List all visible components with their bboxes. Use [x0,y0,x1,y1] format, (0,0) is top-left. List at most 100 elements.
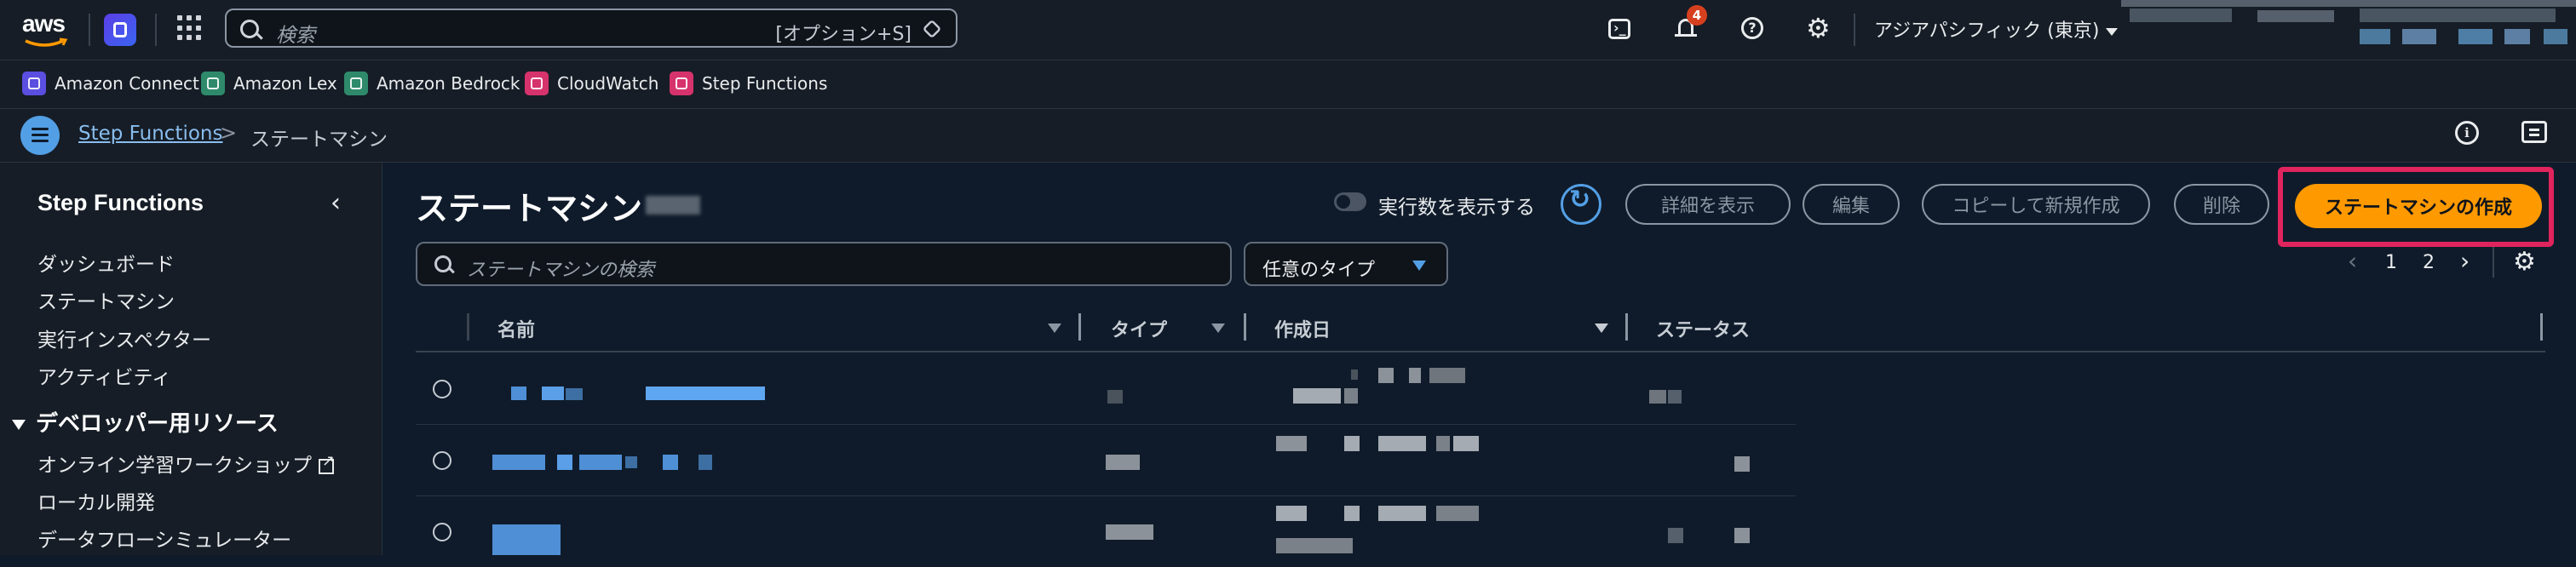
side-nav-menu-button[interactable] [20,116,60,155]
caret-down-icon [1412,261,1426,271]
table-row[interactable] [416,352,1796,425]
favorite-label: CloudWatch [557,73,659,94]
create-state-machine-button[interactable]: ステートマシンの作成 [2295,184,2542,228]
amazon-bedrock-icon [344,72,368,95]
cloudwatch-icon [525,72,549,95]
table-preferences-gear-icon[interactable]: ⚙ [2513,247,2536,277]
sort-caret-icon[interactable] [1211,324,1225,333]
favorite-label: Amazon Bedrock [377,73,520,94]
table-row[interactable] [416,424,1796,496]
show-executions-toggle[interactable] [1334,192,1366,211]
aws-logo-text: aws [22,10,66,37]
page-title: ステートマシン [416,192,643,227]
shortcut-key-icon [922,19,942,39]
favorites-bar: Amazon Connect Amazon Lex Amazon Bedrock… [0,60,2576,109]
aws-logo[interactable]: aws [22,10,70,48]
state-machine-search-input[interactable]: ステートマシンの検索 [416,242,1232,286]
favorite-label: Amazon Connect [55,73,199,94]
notification-badge: 4 [1687,5,1707,26]
section-title: デベロッパー用リソース [36,410,279,436]
feedback-panel-icon[interactable] [2521,121,2547,143]
column-divider[interactable] [1078,313,1081,341]
column-divider [467,313,469,341]
sidebar-item-execution-inspector[interactable]: 実行インスペクター [37,324,211,352]
amazon-connect-icon [22,72,46,95]
type-filter-value: 任意のタイプ [1262,260,1376,281]
column-header-type[interactable]: タイプ [1111,315,1167,342]
external-link-icon [319,452,335,474]
settings-gear-icon[interactable] [1804,12,1835,44]
view-details-button[interactable]: 詳細を表示 [1625,184,1791,225]
refresh-button[interactable] [1561,184,1601,225]
sidebar-section-developer-resources[interactable]: デベロッパー用リソース [12,406,279,438]
row-select-radio[interactable] [433,523,451,541]
next-page-icon[interactable]: › [2460,247,2470,275]
edit-button[interactable]: 編集 [1803,184,1900,225]
previous-page-icon[interactable]: ‹ [2348,247,2357,275]
breadcrumb-step-functions[interactable]: Step Functions [78,123,223,145]
page-1-button[interactable]: 1 [2385,252,2397,273]
help-icon[interactable] [1738,14,1768,44]
favorite-amazon-lex[interactable]: Amazon Lex [201,69,337,98]
search-placeholder: ステートマシンの検索 [467,260,655,281]
row-select-radio[interactable] [433,451,451,470]
sidebar-item-label: オンライン学習ワークショップ [37,455,312,477]
global-search-input[interactable]: 検索 [オプション+S] [225,9,957,48]
state-machine-count-redacted [646,196,700,215]
sidebar-item-dashboard[interactable]: ダッシュボード [37,248,175,277]
sidebar-title[interactable]: Step Functions [37,190,204,216]
column-divider[interactable] [1625,313,1628,341]
breadcrumb-bar: Step Functions > ステートマシン i [0,109,2576,163]
amazon-lex-icon [201,72,225,95]
column-divider [2540,313,2543,341]
type-filter-select[interactable]: 任意のタイプ [1244,242,1448,286]
sort-caret-icon[interactable] [1048,324,1061,333]
info-icon[interactable]: i [2455,121,2479,145]
sidebar-item-activities[interactable]: アクティビティ [37,361,171,390]
search-icon [434,255,451,272]
aws-smile-icon [25,37,68,47]
region-selector[interactable]: アジアパシフィック (東京) [1874,15,2119,43]
cloudshell-icon[interactable] [1605,14,1636,44]
column-header-creation-date[interactable]: 作成日 [1274,315,1331,342]
row-select-radio[interactable] [433,380,451,398]
sort-descending-icon[interactable] [1595,324,1608,333]
sidebar-item-local-development[interactable]: ローカル開発 [37,486,155,515]
region-label: アジアパシフィック (東京) [1874,20,2100,42]
favorite-label: Amazon Lex [233,73,337,94]
breadcrumb-separator: > [220,121,238,145]
divider [89,14,90,46]
favorite-cloudwatch[interactable]: CloudWatch [525,69,658,98]
step-functions-icon [670,72,693,95]
divider [1854,14,1855,46]
search-shortcut: [オプション+S] [775,24,911,45]
favorite-label: Step Functions [702,73,828,94]
table-row[interactable] [416,495,1796,567]
divider [155,14,157,46]
top-navigation: aws 検索 [オプション+S] 4 アジアパシフィック (東京) [0,0,2576,60]
favorite-step-functions[interactable]: Step Functions [670,69,827,98]
favorite-amazon-connect[interactable]: Amazon Connect [22,69,199,98]
show-executions-label: 実行数を表示する [1378,197,1535,219]
favorite-amazon-bedrock[interactable]: Amazon Bedrock [344,69,520,98]
search-placeholder: 検索 [276,25,315,47]
service-icon[interactable] [104,14,136,46]
column-header-status[interactable]: ステータス [1656,315,1750,342]
collapse-sidebar-icon[interactable]: ‹ [331,188,341,218]
copy-to-new-button[interactable]: コピーして新規作成 [1922,184,2150,225]
sidebar-item-state-machines[interactable]: ステートマシン [37,285,175,314]
caret-down-icon [12,420,26,431]
sidebar-item-workshop[interactable]: オンライン学習ワークショップ [37,449,335,478]
breadcrumb-current: ステートマシン [250,129,388,151]
side-navigation: Step Functions ‹ ダッシュボード ステートマシン 実行インスペク… [0,163,382,555]
services-grid-icon[interactable] [177,15,203,41]
column-header-name[interactable]: 名前 [497,315,535,342]
caret-down-icon [2106,27,2119,36]
page-2-button[interactable]: 2 [2423,252,2435,273]
column-divider[interactable] [1244,313,1246,341]
divider [2493,247,2494,278]
delete-button[interactable]: 削除 [2174,184,2269,225]
sidebar-item-dataflow-simulator[interactable]: データフローシミュレーター [37,524,291,553]
account-menu-redacted[interactable] [2121,0,2576,49]
search-icon [240,20,259,38]
